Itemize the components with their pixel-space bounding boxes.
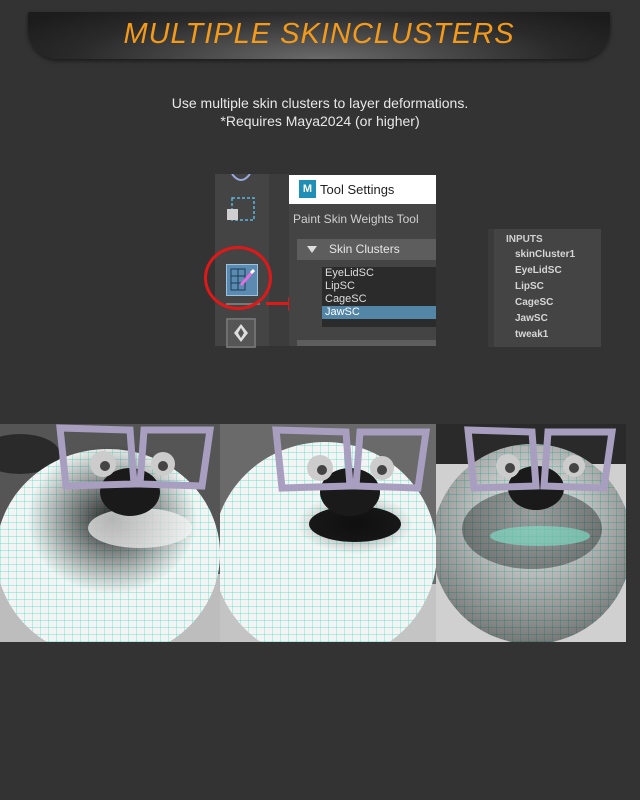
description-line-1: Use multiple skin clusters to layer defo… xyxy=(171,95,469,111)
render-panel-3 xyxy=(436,424,626,642)
shelf-icon[interactable] xyxy=(226,318,256,348)
input-item[interactable]: CageSC xyxy=(515,297,553,308)
input-item[interactable]: EyeLidSC xyxy=(515,265,562,276)
skin-cluster-list[interactable]: EyeLidSC LipSC CageSC JawSC xyxy=(322,267,436,327)
input-item[interactable]: tweak1 xyxy=(515,329,548,340)
collapse-triangle-icon[interactable] xyxy=(307,246,317,253)
input-item[interactable]: JawSC xyxy=(515,313,548,324)
render-panel-1 xyxy=(0,424,220,642)
cluster-item-jawsc[interactable]: JawSC xyxy=(322,306,436,319)
cluster-item-cagesc[interactable]: CageSC xyxy=(322,293,436,306)
render-panel-2 xyxy=(220,424,436,642)
page-title: MULTIPLE SKINCLUSTERS xyxy=(123,18,515,50)
inputs-title: INPUTS xyxy=(506,234,543,245)
tool-settings-header: M Tool Settings xyxy=(289,175,436,204)
tool-settings-title: Tool Settings xyxy=(320,182,395,197)
cluster-item-eyelidsc[interactable]: EyeLidSC xyxy=(322,267,436,280)
section-label: Skin Clusters xyxy=(329,242,400,256)
lasso-tool-icon[interactable] xyxy=(226,174,256,184)
next-section-header[interactable] xyxy=(297,340,436,346)
title-banner: MULTIPLE SKINCLUSTERS xyxy=(28,12,610,59)
render-images xyxy=(0,424,626,642)
tool-name: Paint Skin Weights Tool xyxy=(293,212,419,226)
input-item[interactable]: skinCluster1 xyxy=(515,249,575,260)
skin-clusters-section[interactable]: Skin Clusters xyxy=(297,239,436,260)
description-line-2: *Requires Maya2024 (or higher) xyxy=(220,113,420,129)
tool-settings-panel: M Tool Settings Paint Skin Weights Tool … xyxy=(289,175,436,346)
face-render-strip xyxy=(0,424,626,642)
input-item[interactable]: LipSC xyxy=(515,281,544,292)
scale-tool-icon[interactable] xyxy=(226,196,256,226)
highlight-arrow-line xyxy=(266,302,290,305)
inputs-panel: INPUTS skinCluster1 EyeLidSC LipSC CageS… xyxy=(488,229,601,347)
cluster-item-lipsc[interactable]: LipSC xyxy=(322,280,436,293)
maya-logo-icon: M xyxy=(299,180,316,198)
highlight-circle xyxy=(204,246,272,310)
